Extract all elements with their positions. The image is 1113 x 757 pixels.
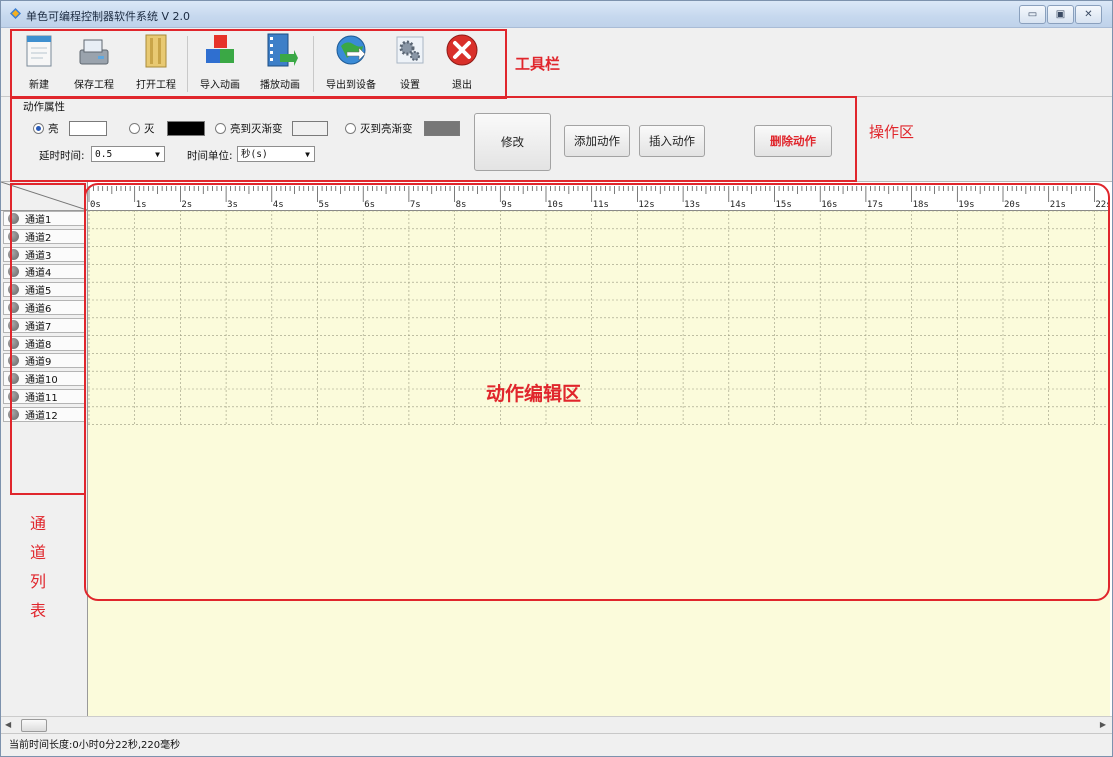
toolbar-annotation-label: 工具栏 — [515, 55, 561, 73]
app-icon — [10, 8, 21, 19]
channels-annotation-char: 道 — [30, 543, 47, 562]
toolbar-annotation-box — [10, 29, 507, 99]
editor-annotation-label: 动作编辑区 — [486, 383, 582, 405]
scroll-right-icon[interactable]: ▶ — [1100, 720, 1106, 729]
close-icon: ✕ — [1084, 9, 1093, 20]
channels-annotation-label: 通 道 列 表 — [30, 509, 50, 625]
maximize-icon: ▣ — [1055, 9, 1066, 20]
minimize-button[interactable]: ▭ — [1019, 5, 1046, 24]
window-title: 单色可编程控制器软件系统 V 2.0 — [26, 10, 191, 23]
horizontal-scrollbar[interactable]: ◀ ▶ — [1, 716, 1112, 733]
close-button[interactable]: ✕ — [1075, 5, 1102, 24]
ops-annotation-box — [10, 96, 857, 182]
current-duration-text: 当前时间长度:0小时0分22秒,220毫秒 — [9, 740, 181, 751]
channels-annotation-box — [10, 183, 86, 495]
editor-annotation-box — [84, 183, 1110, 601]
app-window: 单色可编程控制器软件系统 V 2.0 ▭ ▣ ✕ 新建 保存工程 打开工程 导入… — [0, 0, 1113, 757]
channels-annotation-char: 表 — [30, 601, 47, 620]
channels-annotation-char: 通 — [30, 514, 47, 533]
status-bar: 当前时间长度:0小时0分22秒,220毫秒 — [1, 733, 1112, 756]
maximize-button[interactable]: ▣ — [1047, 5, 1074, 24]
channels-annotation-char: 列 — [30, 572, 47, 591]
scroll-left-icon[interactable]: ◀ — [5, 720, 11, 729]
scroll-thumb[interactable] — [21, 719, 47, 732]
ops-annotation-label: 操作区 — [869, 123, 915, 141]
minimize-icon: ▭ — [1027, 9, 1038, 20]
title-bar[interactable]: 单色可编程控制器软件系统 V 2.0 ▭ ▣ ✕ — [1, 1, 1112, 28]
